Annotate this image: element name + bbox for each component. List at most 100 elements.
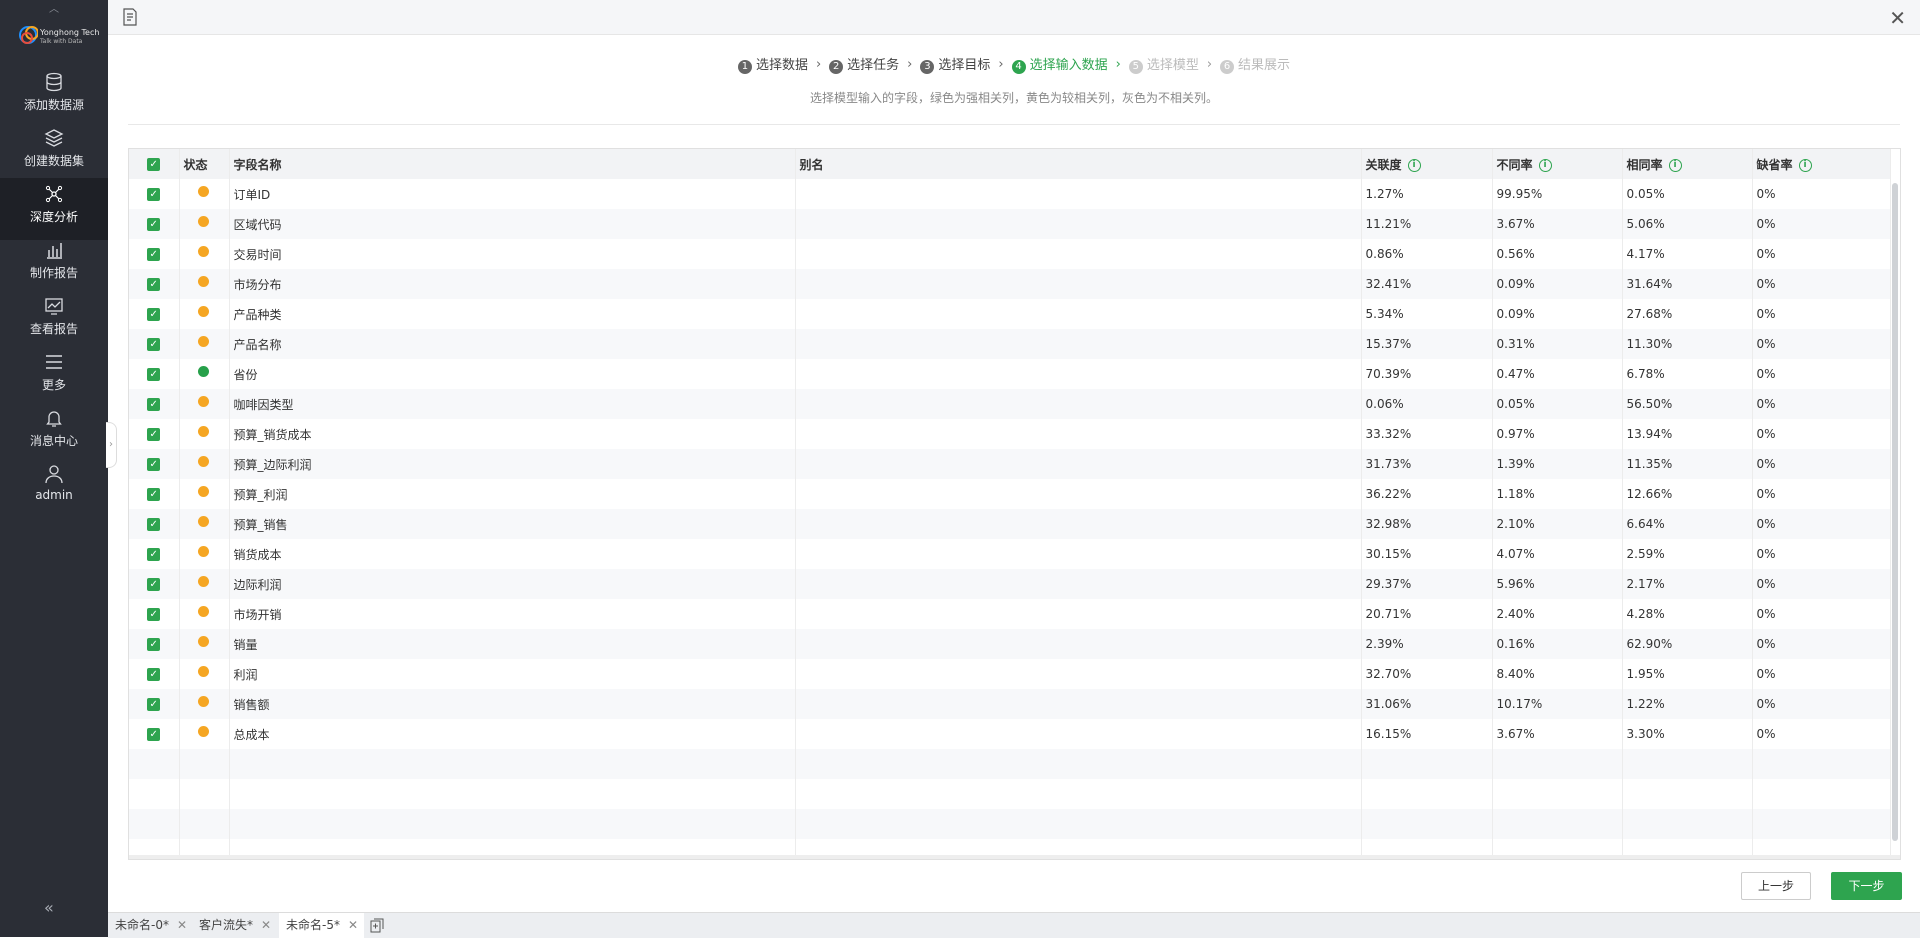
table-row[interactable]: ✓ 边际利润 29.37% 5.96% 2.17% 0% bbox=[129, 569, 1891, 599]
header-same-rate[interactable]: 相同率 i bbox=[1622, 149, 1753, 179]
table-row[interactable]: ✓ 预算_销货成本 33.32% 0.97% 13.94% 0% bbox=[129, 419, 1891, 449]
same-rate-cell: 62.90% bbox=[1622, 629, 1753, 659]
table-row[interactable]: ✓ 订单ID 1.27% 99.95% 0.05% 0% bbox=[129, 179, 1891, 209]
collapse-sidebar-icon[interactable]: « bbox=[44, 898, 54, 917]
table-row[interactable]: ✓ 预算_利润 36.22% 1.18% 12.66% 0% bbox=[129, 479, 1891, 509]
status-dot bbox=[179, 689, 230, 719]
alias-cell[interactable] bbox=[795, 689, 1362, 719]
step-4[interactable]: 4 选择输入数据 bbox=[1011, 54, 1108, 74]
close-tab-icon[interactable]: ✕ bbox=[261, 918, 271, 932]
table-row[interactable]: ✓ 销售额 31.06% 10.17% 1.22% 0% bbox=[129, 689, 1891, 719]
table-row[interactable]: ✓ 销货成本 30.15% 4.07% 2.59% 0% bbox=[129, 539, 1891, 569]
tab-unnamed-0[interactable]: 未命名-0* ✕ bbox=[108, 913, 193, 938]
sidebar-item-deep-analysis[interactable]: 深度分析 bbox=[0, 178, 108, 240]
sidebar-item-add-datasource[interactable]: 添加数据源 bbox=[0, 72, 108, 126]
row-checkbox[interactable]: ✓ bbox=[129, 509, 180, 539]
table-row[interactable]: ✓ 省份 70.39% 0.47% 6.78% 0% bbox=[129, 359, 1891, 389]
info-icon[interactable]: i bbox=[1798, 158, 1812, 172]
row-checkbox[interactable]: ✓ bbox=[129, 719, 180, 749]
row-checkbox[interactable]: ✓ bbox=[129, 569, 180, 599]
table-row[interactable]: ✓ 市场分布 32.41% 0.09% 31.64% 0% bbox=[129, 269, 1891, 299]
row-checkbox[interactable]: ✓ bbox=[129, 329, 180, 359]
alias-cell[interactable] bbox=[795, 539, 1362, 569]
sidebar-item-more[interactable]: 更多 bbox=[0, 352, 108, 406]
alias-cell[interactable] bbox=[795, 359, 1362, 389]
close-tab-icon[interactable]: ✕ bbox=[348, 918, 358, 932]
alias-cell[interactable] bbox=[795, 389, 1362, 419]
row-checkbox[interactable]: ✓ bbox=[129, 479, 180, 509]
expand-panel-handle[interactable]: › bbox=[106, 422, 117, 468]
alias-cell[interactable] bbox=[795, 599, 1362, 629]
missing-rate-cell: 0% bbox=[1752, 299, 1891, 329]
table-row[interactable]: ✓ 咖啡因类型 0.06% 0.05% 56.50% 0% bbox=[129, 389, 1891, 419]
close-icon[interactable]: ✕ bbox=[1889, 6, 1906, 30]
alias-cell[interactable] bbox=[795, 629, 1362, 659]
info-icon[interactable]: i bbox=[1538, 158, 1552, 172]
sidebar-item-make-report[interactable]: 制作报告 bbox=[0, 240, 108, 294]
table-row[interactable]: ✓ 销量 2.39% 0.16% 62.90% 0% bbox=[129, 629, 1891, 659]
step-1[interactable]: 1 选择数据 bbox=[737, 54, 808, 74]
document-icon[interactable] bbox=[122, 8, 138, 26]
alias-cell[interactable] bbox=[795, 329, 1362, 359]
new-tab-icon[interactable] bbox=[370, 918, 384, 933]
table-row[interactable]: ✓ 产品种类 5.34% 0.09% 27.68% 0% bbox=[129, 299, 1891, 329]
row-checkbox[interactable]: ✓ bbox=[129, 449, 180, 479]
table-row[interactable]: ✓ 交易时间 0.86% 0.56% 4.17% 0% bbox=[129, 239, 1891, 269]
step-3[interactable]: 3 选择目标 bbox=[920, 54, 990, 74]
row-checkbox[interactable]: ✓ bbox=[129, 239, 180, 269]
horizontal-scrollbar[interactable] bbox=[129, 855, 1900, 859]
header-missing-rate[interactable]: 缺省率 i bbox=[1752, 149, 1891, 179]
sidebar-item-create-dataset[interactable]: 创建数据集 bbox=[0, 128, 108, 182]
row-checkbox[interactable]: ✓ bbox=[129, 539, 180, 569]
tab-customer-churn[interactable]: 客户流失* ✕ bbox=[192, 913, 277, 938]
table-row[interactable]: ✓ 利润 32.70% 8.40% 1.95% 0% bbox=[129, 659, 1891, 689]
table-row[interactable]: ✓ 预算_边际利润 31.73% 1.39% 11.35% 0% bbox=[129, 449, 1891, 479]
alias-cell[interactable] bbox=[795, 569, 1362, 599]
table-row[interactable]: ✓ 区域代码 11.21% 3.67% 5.06% 0% bbox=[129, 209, 1891, 239]
row-checkbox[interactable]: ✓ bbox=[129, 689, 180, 719]
row-checkbox[interactable]: ✓ bbox=[129, 599, 180, 629]
alias-cell[interactable] bbox=[795, 449, 1362, 479]
alias-cell[interactable] bbox=[795, 269, 1362, 299]
alias-cell[interactable] bbox=[795, 509, 1362, 539]
alias-cell[interactable] bbox=[795, 659, 1362, 689]
row-checkbox[interactable]: ✓ bbox=[129, 359, 180, 389]
info-icon[interactable]: i bbox=[1407, 158, 1421, 172]
table-row[interactable]: ✓ 预算_销售 32.98% 2.10% 6.64% 0% bbox=[129, 509, 1891, 539]
row-checkbox[interactable]: ✓ bbox=[129, 299, 180, 329]
row-checkbox[interactable]: ✓ bbox=[129, 629, 180, 659]
vertical-scrollbar[interactable] bbox=[1892, 183, 1898, 841]
row-checkbox[interactable]: ✓ bbox=[129, 419, 180, 449]
alias-cell[interactable] bbox=[795, 209, 1362, 239]
header-correlation[interactable]: 关联度 i bbox=[1361, 149, 1493, 179]
alias-cell[interactable] bbox=[795, 299, 1362, 329]
select-all-checkbox[interactable]: ✓ bbox=[129, 149, 180, 179]
header-label: 缺省率 bbox=[1756, 157, 1793, 172]
prev-button[interactable]: 上一步 bbox=[1741, 872, 1811, 900]
scroll-up-icon[interactable]: ︿ bbox=[44, 0, 64, 15]
alias-cell[interactable] bbox=[795, 179, 1362, 209]
sidebar-item-messages[interactable]: 消息中心 bbox=[0, 408, 108, 462]
alias-cell[interactable] bbox=[795, 239, 1362, 269]
alias-cell[interactable] bbox=[795, 419, 1362, 449]
field-name-cell: 预算_销售 bbox=[229, 509, 796, 539]
close-tab-icon[interactable]: ✕ bbox=[177, 918, 187, 932]
header-diff-rate[interactable]: 不同率 i bbox=[1492, 149, 1623, 179]
alias-cell[interactable] bbox=[795, 479, 1362, 509]
table-row[interactable]: ✓ 市场开销 20.71% 2.40% 4.28% 0% bbox=[129, 599, 1891, 629]
tab-unnamed-5[interactable]: 未命名-5* ✕ bbox=[279, 913, 364, 938]
next-button[interactable]: 下一步 bbox=[1831, 872, 1902, 900]
row-checkbox[interactable]: ✓ bbox=[129, 269, 180, 299]
sidebar-item-user[interactable]: admin bbox=[0, 464, 108, 518]
row-checkbox[interactable]: ✓ bbox=[129, 179, 180, 209]
row-checkbox[interactable]: ✓ bbox=[129, 389, 180, 419]
table-row[interactable]: ✓ 总成本 16.15% 3.67% 3.30% 0% bbox=[129, 719, 1891, 749]
row-checkbox[interactable]: ✓ bbox=[129, 209, 180, 239]
sidebar-item-view-report[interactable]: 查看报告 bbox=[0, 296, 108, 350]
info-icon[interactable]: i bbox=[1668, 158, 1682, 172]
alias-cell[interactable] bbox=[795, 719, 1362, 749]
row-checkbox[interactable]: ✓ bbox=[129, 659, 180, 689]
step-2[interactable]: 2 选择任务 bbox=[829, 54, 899, 74]
same-rate-cell: 0.05% bbox=[1622, 179, 1753, 209]
table-row[interactable]: ✓ 产品名称 15.37% 0.31% 11.30% 0% bbox=[129, 329, 1891, 359]
